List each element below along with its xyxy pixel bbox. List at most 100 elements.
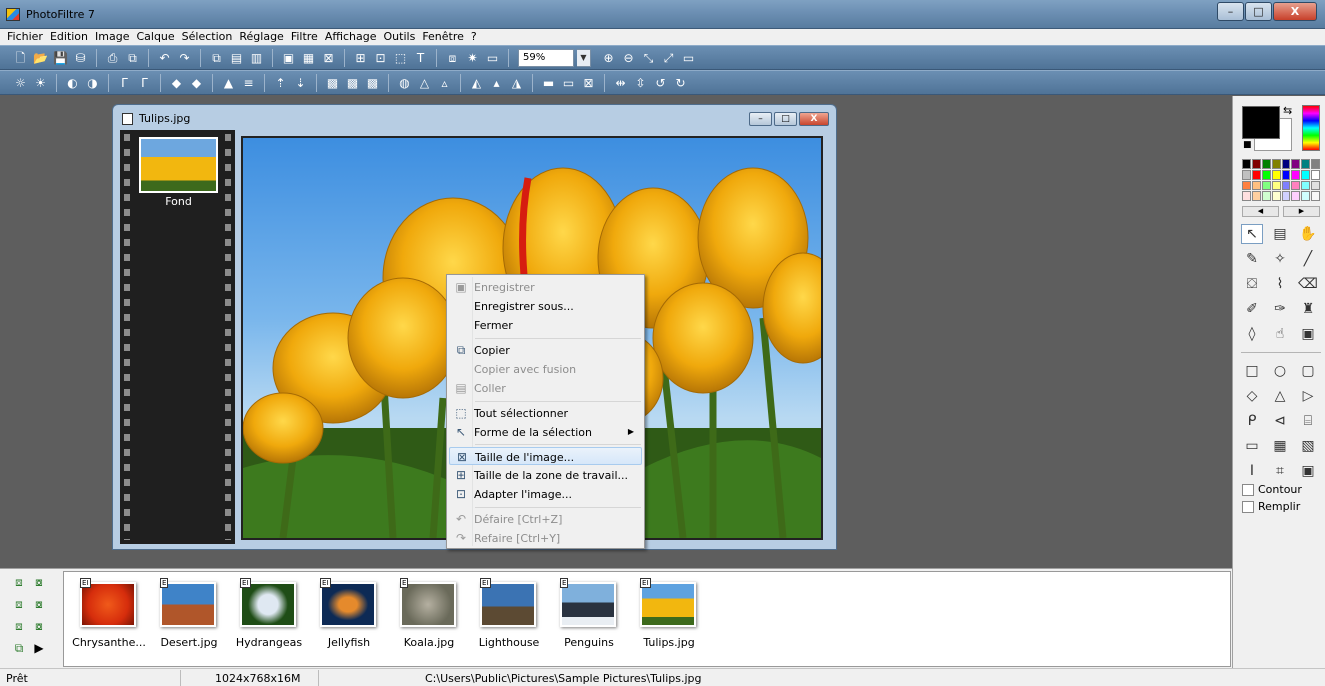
old-photo-icon[interactable]: ▩: [364, 74, 381, 91]
eraser-icon[interactable]: ⌫: [1297, 274, 1319, 294]
clone-icon[interactable]: ▣: [1297, 324, 1319, 344]
zoom-input[interactable]: 59%: [518, 48, 574, 67]
color-palette-icon[interactable]: ▦: [300, 49, 317, 66]
palette-swatch[interactable]: [1301, 180, 1311, 191]
menu-edition[interactable]: Edition: [47, 29, 92, 45]
foreground-color-swatch[interactable]: [1242, 106, 1280, 139]
triangle-right-select-icon[interactable]: ▷: [1297, 386, 1319, 406]
fullscreen-icon[interactable]: ▭: [680, 49, 697, 66]
stamp-icon[interactable]: ♜: [1297, 299, 1319, 319]
palette-swatch[interactable]: [1291, 180, 1301, 191]
new-file-icon[interactable]: 🗋: [12, 49, 29, 66]
menu-item-defaire[interactable]: ↶ Défaire [Ctrl+Z]: [449, 510, 642, 528]
palette-swatch[interactable]: [1291, 169, 1301, 180]
minimize-button[interactable]: –: [1217, 2, 1244, 21]
play-icon[interactable]: ▶: [30, 639, 48, 657]
contour-checkbox[interactable]: Contour: [1242, 483, 1302, 496]
brightness-up-icon[interactable]: ☀: [32, 74, 49, 91]
menu-reglage[interactable]: Réglage: [236, 29, 287, 45]
menu-item-tout-selectionner[interactable]: ⬚ Tout sélectionner: [449, 404, 642, 422]
chevron-down-icon[interactable]: ▼: [577, 48, 591, 67]
palette-prev-button[interactable]: ◀: [1242, 206, 1279, 217]
ratio-3-2-icon[interactable]: ▧: [1297, 436, 1319, 456]
contrast-down-icon[interactable]: ◐: [64, 74, 81, 91]
eyedropper-icon[interactable]: ✎: [1241, 249, 1263, 269]
tree-icon[interactable]: ⧈: [10, 573, 28, 591]
palette-swatch[interactable]: [1291, 159, 1301, 169]
menu-item-taille-de-la-zone-de-travail[interactable]: ⊞ Taille de la zone de travail...: [449, 466, 642, 484]
color-palette[interactable]: [1242, 159, 1320, 201]
palette-swatch[interactable]: [1281, 159, 1291, 169]
auto-contrast-icon[interactable]: ⇣: [292, 74, 309, 91]
menu-calque[interactable]: Calque: [133, 29, 178, 45]
line-icon[interactable]: ╱: [1297, 249, 1319, 269]
palette-swatch[interactable]: [1311, 191, 1320, 201]
gamma-down-icon[interactable]: Γ: [116, 74, 133, 91]
menu-affichage[interactable]: Affichage: [322, 29, 381, 45]
flip-horizontal-icon[interactable]: ⇹: [612, 74, 629, 91]
palette-swatch[interactable]: [1301, 159, 1311, 169]
open-shape-icon[interactable]: ⌸: [1297, 411, 1319, 431]
menu-item-copier-avec-fusion[interactable]: Copier avec fusion: [449, 360, 642, 378]
brush-icon[interactable]: ✐: [1241, 299, 1263, 319]
menu-outils[interactable]: Outils: [381, 29, 420, 45]
emboss-icon[interactable]: ▴: [488, 74, 505, 91]
menu-item-copier[interactable]: ⧉ Copier: [449, 341, 642, 359]
auto-levels-icon[interactable]: ⇡: [272, 74, 289, 91]
tree-expand-icon[interactable]: ⧈: [10, 595, 28, 613]
polygon-lasso-icon[interactable]: ⊲: [1269, 411, 1291, 431]
save-icon[interactable]: 💾: [52, 49, 69, 66]
menu-item-enregistrer-sous[interactable]: Enregistrer sous...: [449, 297, 642, 315]
fill-bucket-icon[interactable]: ⛋: [1241, 274, 1263, 294]
zoom-out-icon[interactable]: ⊖: [620, 49, 637, 66]
tree-list-icon[interactable]: ⧇: [30, 617, 48, 635]
outline-icon[interactable]: ▭: [560, 74, 577, 91]
menu-item-adapter-l-image[interactable]: ⊡ Adapter l'image...: [449, 485, 642, 503]
canvas-size-icon[interactable]: ⊞: [352, 49, 369, 66]
palette-swatch[interactable]: [1242, 169, 1251, 180]
palette-swatch[interactable]: [1311, 169, 1320, 180]
tree-collapse-icon[interactable]: ⧈: [10, 617, 28, 635]
hand-icon[interactable]: ✋: [1297, 224, 1319, 244]
palette-swatch[interactable]: [1251, 180, 1261, 191]
soften-icon[interactable]: ◭: [468, 74, 485, 91]
color-spectrum[interactable]: [1302, 105, 1320, 151]
ratio-4-3-icon[interactable]: ▦: [1269, 436, 1291, 456]
actual-size-icon[interactable]: ⤡: [640, 49, 657, 66]
fit-image-icon[interactable]: ⊡: [372, 49, 389, 66]
layer-thumbnail[interactable]: [139, 137, 218, 193]
palette-swatch[interactable]: [1261, 159, 1271, 169]
thumbnail-view-icon[interactable]: ⧉: [10, 639, 28, 657]
palette-swatch[interactable]: [1301, 169, 1311, 180]
palette-swatch[interactable]: [1281, 169, 1291, 180]
image-size-icon[interactable]: ⊠: [320, 49, 337, 66]
magic-wand-icon[interactable]: ✧: [1269, 249, 1291, 269]
gamma-up-icon[interactable]: Γ: [136, 74, 153, 91]
scan-icon[interactable]: ⧉: [124, 49, 141, 66]
ratio-free-icon[interactable]: ▭: [1241, 436, 1263, 456]
sharpen-more-icon[interactable]: ▵: [436, 74, 453, 91]
document-close-button[interactable]: X: [799, 112, 829, 126]
palette-swatch[interactable]: [1261, 169, 1271, 180]
relief-icon[interactable]: ◮: [508, 74, 525, 91]
grayscale-icon[interactable]: ▩: [324, 74, 341, 91]
frame-select-icon[interactable]: ▣: [1297, 461, 1319, 481]
menu-item-coller[interactable]: ▤ Coller: [449, 379, 642, 397]
save-as-icon[interactable]: ⛁: [72, 49, 89, 66]
levels-icon[interactable]: ▲: [220, 74, 237, 91]
rotate-left-icon[interactable]: ↺: [652, 74, 669, 91]
remplir-checkbox[interactable]: Remplir: [1242, 500, 1300, 513]
palette-next-button[interactable]: ▶: [1283, 206, 1320, 217]
palette-swatch[interactable]: [1261, 191, 1271, 201]
palette-swatch[interactable]: [1271, 191, 1281, 201]
text-select-icon[interactable]: Ⅰ: [1241, 461, 1263, 481]
palette-swatch[interactable]: [1251, 191, 1261, 201]
fit-window-icon[interactable]: ⤢: [660, 49, 677, 66]
palette-swatch[interactable]: [1271, 169, 1281, 180]
menu-fichier[interactable]: Fichier: [4, 29, 47, 45]
brightness-down-icon[interactable]: ☼: [12, 74, 29, 91]
close-button[interactable]: X: [1273, 2, 1317, 21]
redo-icon[interactable]: ↷: [176, 49, 193, 66]
move-layer-icon[interactable]: ▤: [1269, 224, 1291, 244]
checkbox-box[interactable]: [1242, 483, 1254, 496]
